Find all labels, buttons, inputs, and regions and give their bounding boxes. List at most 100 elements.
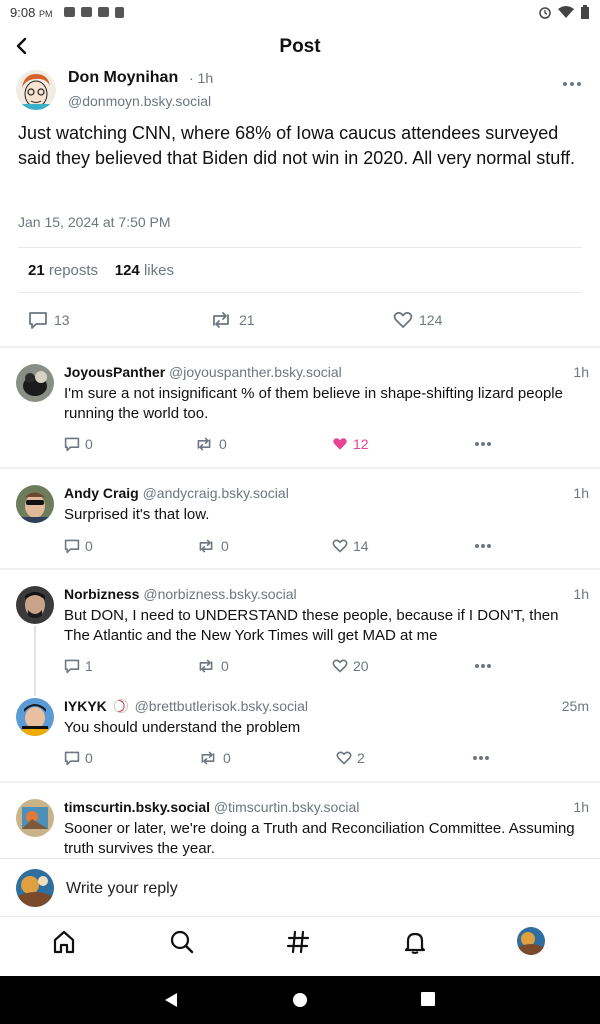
search-icon[interactable] <box>169 929 195 955</box>
more-icon[interactable] <box>474 542 492 550</box>
avatar[interactable] <box>16 586 54 624</box>
reply-composer[interactable]: Write your reply <box>0 858 600 916</box>
thread-line <box>34 626 36 696</box>
back-nav-icon[interactable] <box>163 992 179 1008</box>
reply-button[interactable]: 1 <box>64 658 93 674</box>
reposts-count[interactable]: 21 <box>28 262 45 279</box>
comment-icon <box>64 539 80 554</box>
section-separator <box>0 568 600 570</box>
system-nav-bar <box>0 976 600 1024</box>
reply-count: 0 <box>85 750 93 766</box>
hashtag-icon[interactable] <box>285 929 311 955</box>
avatar[interactable] <box>16 485 54 523</box>
like-count: 14 <box>353 538 369 554</box>
reply-header: Norbizness @norbizness.bsky.social <box>64 586 297 602</box>
profile-avatar[interactable] <box>517 927 545 955</box>
comment-icon <box>64 659 80 674</box>
reply-time: 25m <box>561 698 589 714</box>
like-button[interactable]: 124 <box>393 310 442 330</box>
reply-text: Sooner or later, we're doing a Truth and… <box>64 820 575 857</box>
status-bar: 9:08 PM <box>0 0 600 24</box>
reply-header: Andy Craig @andycraig.bsky.social <box>64 485 289 501</box>
comment-icon <box>64 437 80 452</box>
reply-count: 1 <box>85 658 93 674</box>
like-count: 20 <box>353 658 369 674</box>
more-icon[interactable] <box>562 74 582 94</box>
header: Post <box>0 28 600 64</box>
repost-count: 0 <box>223 750 231 766</box>
repost-icon <box>201 751 215 765</box>
reposts-label[interactable]: reposts <box>49 262 98 279</box>
section-separator <box>0 346 600 348</box>
bell-icon[interactable] <box>402 929 428 955</box>
page-title: Post <box>279 36 321 57</box>
repost-button[interactable]: 0 <box>196 538 229 554</box>
home-icon[interactable] <box>51 929 77 955</box>
comment-icon <box>64 751 80 766</box>
like-button[interactable]: 2 <box>336 750 365 766</box>
avatar[interactable] <box>16 799 54 837</box>
post-time: · 1h <box>189 70 214 86</box>
sd-card-icon <box>115 6 125 18</box>
avatar[interactable] <box>16 698 54 736</box>
likes-label[interactable]: likes <box>144 262 174 279</box>
author-handle[interactable]: @donmoyn.bsky.social <box>68 93 211 109</box>
divider <box>18 247 582 248</box>
like-count: 2 <box>357 750 365 766</box>
reply-author-handle[interactable]: @joyouspanther.bsky.social <box>169 364 342 380</box>
reply-author-handle[interactable]: @timscurtin.bsky.social <box>214 799 359 815</box>
reply-header: timscurtin.bsky.social @timscurtin.bsky.… <box>64 799 359 815</box>
repost-button[interactable]: 0 <box>198 750 231 766</box>
reply-button[interactable]: 0 <box>64 538 93 554</box>
section-separator <box>0 781 600 783</box>
home-nav-icon[interactable] <box>292 992 308 1008</box>
more-icon[interactable] <box>472 754 490 762</box>
more-icon[interactable] <box>474 440 492 448</box>
post-actions: 13 21 124 <box>0 310 600 334</box>
reply-text: But DON, I need to UNDERSTAND these peop… <box>64 607 559 644</box>
avatar[interactable] <box>16 364 54 402</box>
heart-icon <box>393 311 413 328</box>
repost-button[interactable]: 21 <box>209 310 255 330</box>
notification-icon <box>64 7 76 17</box>
recents-nav-icon[interactable] <box>421 992 435 1006</box>
post-text: Just watching CNN, where 68% of Iowa cau… <box>18 123 575 168</box>
battery-icon <box>581 4 589 19</box>
reply-author-handle[interactable]: @norbizness.bsky.social <box>143 586 296 602</box>
alarm-icon <box>539 7 551 19</box>
reply-item[interactable]: timscurtin.bsky.social @timscurtin.bsky.… <box>0 799 600 857</box>
repost-count: 21 <box>239 312 255 328</box>
like-button[interactable]: 20 <box>332 658 369 674</box>
author-name[interactable]: Don Moynihan <box>68 69 178 87</box>
reply-author-name[interactable]: IYKYK <box>64 698 107 714</box>
post-stats: 21 reposts 124 likes <box>28 262 174 279</box>
more-icon[interactable] <box>474 662 492 670</box>
reply-header: IYKYK @brettbutlerisok.bsky.social <box>64 698 308 714</box>
like-button[interactable]: 14 <box>332 538 369 554</box>
like-button[interactable]: 12 <box>332 436 369 452</box>
reply-author-name[interactable]: Norbizness <box>64 586 139 602</box>
reply-author-name[interactable]: Andy Craig <box>64 485 139 501</box>
likes-count[interactable]: 124 <box>115 262 140 279</box>
reply-author-handle[interactable]: @brettbutlerisok.bsky.social <box>135 698 308 714</box>
reply-author-name[interactable]: JoyousPanther <box>64 364 165 380</box>
reply-button[interactable]: 0 <box>64 436 93 452</box>
reply-text: I'm sure a not insignificant % of them b… <box>64 385 563 422</box>
reply-time: 1h <box>573 586 589 602</box>
reply-author-name[interactable]: timscurtin.bsky.social <box>64 799 210 815</box>
avatar <box>16 869 54 907</box>
section-separator <box>0 467 600 469</box>
heart-filled-icon <box>333 438 347 450</box>
divider <box>18 292 582 293</box>
reply-time: 1h <box>573 485 589 501</box>
reply-header: JoyousPanther @joyouspanther.bsky.social <box>64 364 342 380</box>
avatar[interactable] <box>16 70 56 110</box>
repost-button[interactable]: 0 <box>194 436 227 452</box>
repost-button[interactable]: 0 <box>196 658 229 674</box>
repost-count: 0 <box>219 436 227 452</box>
reply-button[interactable]: 13 <box>28 310 70 330</box>
heart-icon <box>332 659 348 673</box>
reply-author-handle[interactable]: @andycraig.bsky.social <box>143 485 289 501</box>
reply-input[interactable]: Write your reply <box>66 880 178 898</box>
reply-button[interactable]: 0 <box>64 750 93 766</box>
